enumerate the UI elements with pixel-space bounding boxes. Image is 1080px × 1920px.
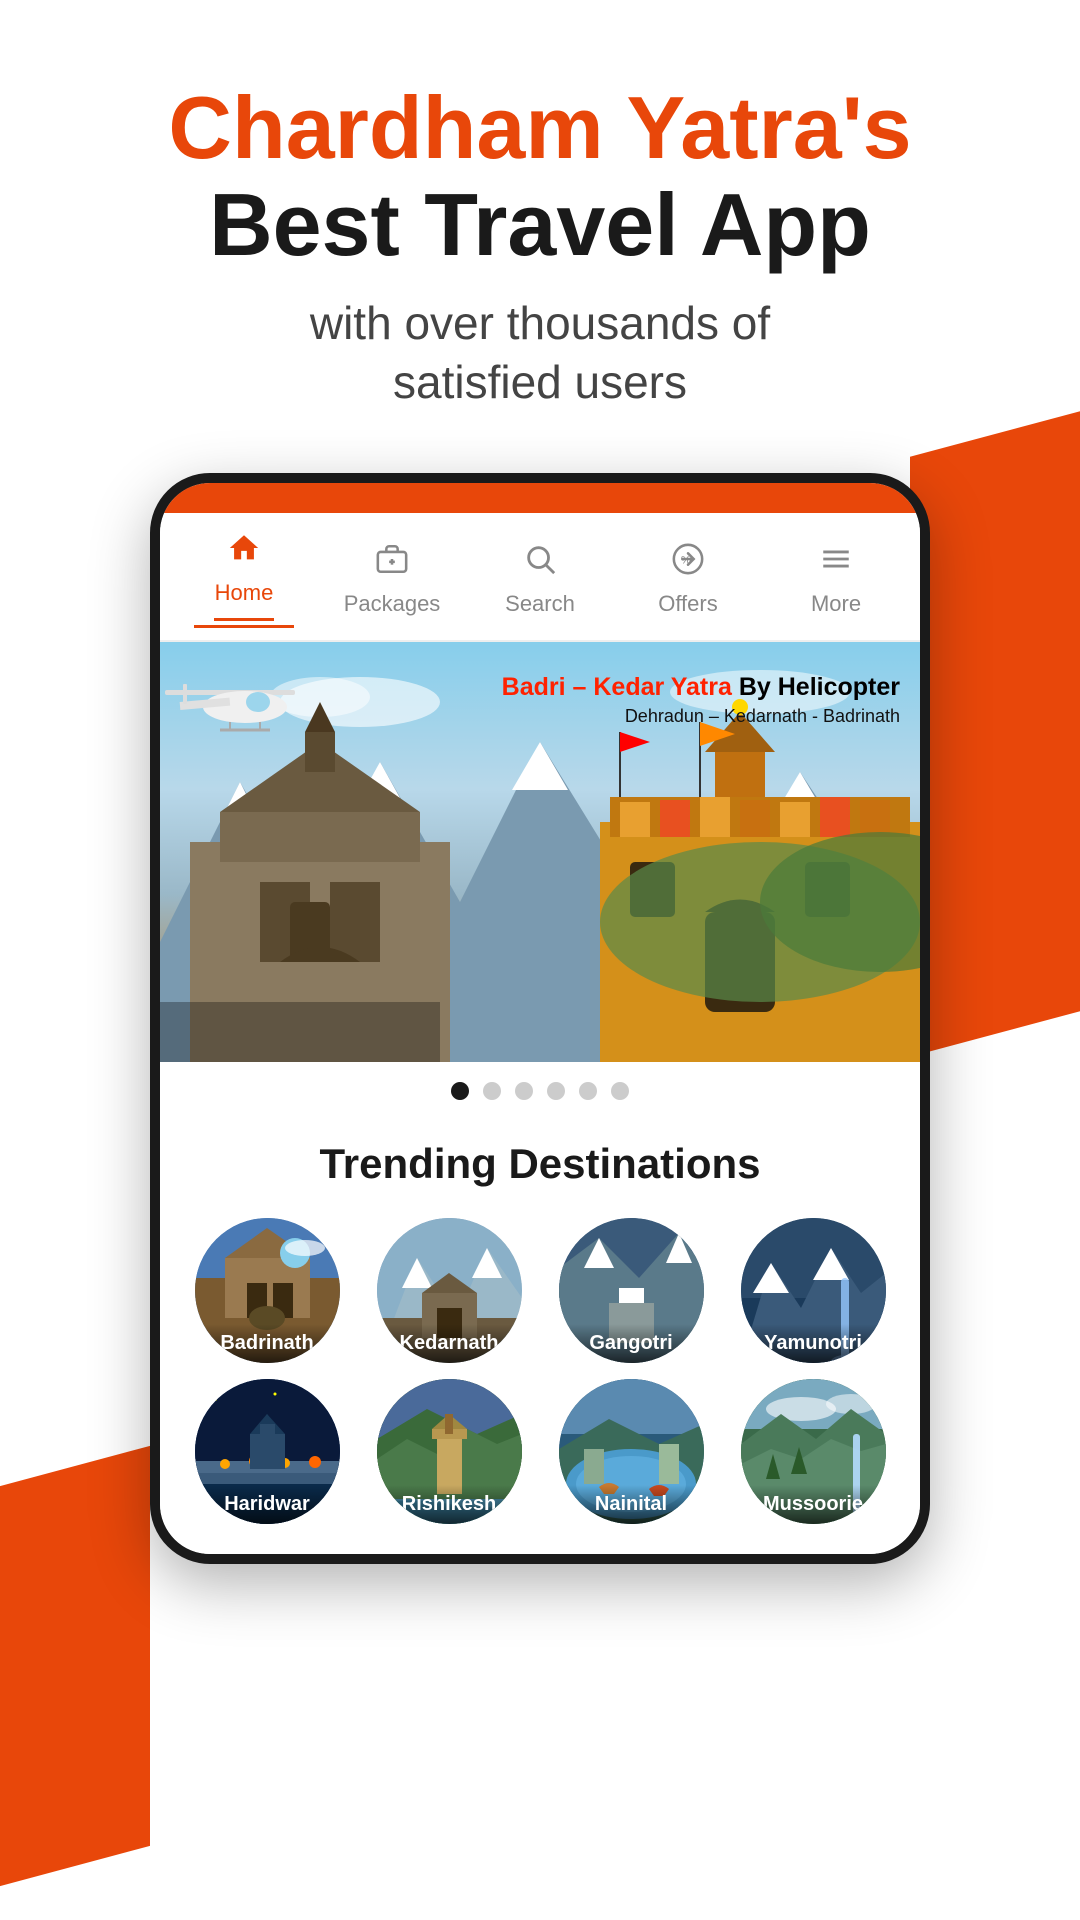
- packages-icon: [375, 542, 409, 585]
- banner-text: Badri – Kedar Yatra By Helicopter Dehrad…: [502, 672, 900, 727]
- carousel-dot-6[interactable]: [611, 1082, 629, 1100]
- carousel-dot-4[interactable]: [547, 1082, 565, 1100]
- banner-subtitle: Dehradun – Kedarnath - Badrinath: [502, 706, 900, 727]
- dest-label-badrinath: Badrinath: [195, 1324, 340, 1363]
- header-line2: Best Travel App: [168, 177, 911, 274]
- header-subtitle: with over thousands ofsatisfied users: [168, 294, 911, 414]
- destination-gangotri[interactable]: Gangotri: [548, 1218, 714, 1363]
- destination-badrinath[interactable]: Badrinath: [184, 1218, 350, 1363]
- header-section: Chardham Yatra's Best Travel App with ov…: [108, 80, 971, 413]
- carousel-dot-3[interactable]: [515, 1082, 533, 1100]
- svg-text:%: %: [681, 554, 691, 566]
- home-icon: [227, 531, 261, 574]
- phone-top-bar: [160, 483, 920, 513]
- destinations-grid: Badrinath Kedarnath: [160, 1218, 920, 1554]
- carousel-dots: [160, 1062, 920, 1120]
- bottom-nav: Home Packages: [160, 513, 920, 642]
- destination-circle-badrinath: Badrinath: [195, 1218, 340, 1363]
- dest-label-haridwar: Haridwar: [195, 1485, 340, 1524]
- destination-nainital[interactable]: Nainital: [548, 1379, 714, 1524]
- header-line1: Chardham Yatra's: [168, 80, 911, 177]
- banner-title-red: Badri – Kedar Yatra: [502, 673, 732, 701]
- carousel-dot-5[interactable]: [579, 1082, 597, 1100]
- carousel-dot-2[interactable]: [483, 1082, 501, 1100]
- destination-mussoorie[interactable]: Mussoorie: [730, 1379, 896, 1524]
- page-wrapper: Chardham Yatra's Best Travel App with ov…: [0, 0, 1080, 1564]
- nav-item-home[interactable]: Home: [194, 531, 294, 628]
- search-icon: [523, 542, 557, 585]
- dest-label-nainital: Nainital: [559, 1485, 704, 1524]
- destination-rishikesh[interactable]: Rishikesh: [366, 1379, 532, 1524]
- destination-kedarnath[interactable]: Kedarnath: [366, 1218, 532, 1363]
- destination-haridwar[interactable]: Haridwar: [184, 1379, 350, 1524]
- dest-label-gangotri: Gangotri: [559, 1324, 704, 1363]
- nav-label-home: Home: [215, 580, 274, 606]
- phone-mockup: Home Packages: [150, 473, 930, 1564]
- more-icon: [819, 542, 853, 585]
- carousel-dot-1[interactable]: [451, 1082, 469, 1100]
- destination-circle-gangotri: Gangotri: [559, 1218, 704, 1363]
- destination-circle-haridwar: Haridwar: [195, 1379, 340, 1524]
- nav-item-offers[interactable]: % Offers: [638, 542, 738, 617]
- dest-label-yamunotri: Yamunotri: [741, 1324, 886, 1363]
- offers-icon: %: [671, 542, 705, 585]
- nav-label-offers: Offers: [658, 591, 718, 617]
- nav-label-packages: Packages: [344, 591, 441, 617]
- dest-label-mussoorie: Mussoorie: [741, 1485, 886, 1524]
- dest-label-kedarnath: Kedarnath: [377, 1324, 522, 1363]
- nav-item-packages[interactable]: Packages: [342, 542, 442, 617]
- destination-circle-yamunotri: Yamunotri: [741, 1218, 886, 1363]
- destination-circle-kedarnath: Kedarnath: [377, 1218, 522, 1363]
- banner-title-black: By Helicopter: [739, 673, 900, 701]
- nav-label-search: Search: [505, 591, 575, 617]
- nav-item-search[interactable]: Search: [490, 542, 590, 617]
- destination-yamunotri[interactable]: Yamunotri: [730, 1218, 896, 1363]
- destination-circle-mussoorie: Mussoorie: [741, 1379, 886, 1524]
- nav-active-indicator: [214, 618, 274, 621]
- dest-label-rishikesh: Rishikesh: [377, 1485, 522, 1524]
- destination-circle-nainital: Nainital: [559, 1379, 704, 1524]
- section-title-trending: Trending Destinations: [160, 1120, 920, 1218]
- destination-circle-rishikesh: Rishikesh: [377, 1379, 522, 1524]
- banner-title: Badri – Kedar Yatra By Helicopter: [502, 672, 900, 702]
- nav-item-more[interactable]: More: [786, 542, 886, 617]
- hero-banner: Badri – Kedar Yatra By Helicopter Dehrad…: [160, 642, 920, 1062]
- nav-label-more: More: [811, 591, 861, 617]
